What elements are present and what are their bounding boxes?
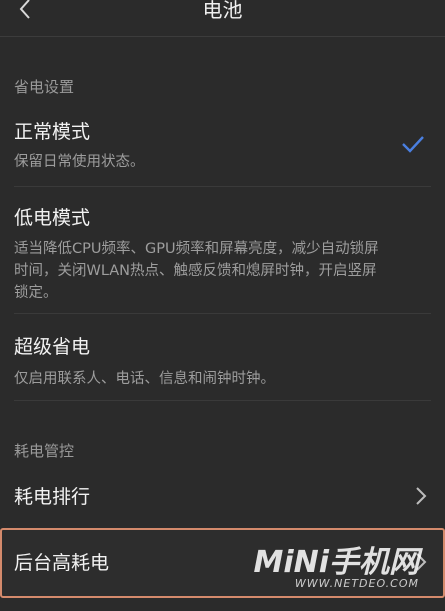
row-power-ranking-title: 耗电排行	[14, 486, 91, 508]
section-label-power-saving: 省电设置	[14, 78, 75, 96]
section-label-consumption: 耗电管控	[14, 442, 75, 460]
option-super-saving-desc: 仅启用联系人、电话、信息和闹钟时钟。	[14, 371, 275, 387]
chevron-right-icon	[415, 486, 427, 506]
top-bar: 电池	[0, 0, 445, 37]
divider	[14, 313, 431, 314]
option-low-power-mode-title: 低电模式	[14, 207, 91, 229]
divider	[14, 186, 431, 187]
option-low-power-mode-desc: 适当降低CPU频率、GPU频率和屏幕亮度，减少自动锁屏时间，关闭WLAN热点、触…	[14, 241, 379, 301]
option-normal-mode-desc: 保留日常使用状态。	[14, 154, 145, 170]
watermark-logo: MiNi手机网 WWW.NETDEO.COM	[253, 537, 419, 590]
divider	[14, 400, 431, 401]
row-background-high-consumption-title: 后台高耗电	[14, 552, 110, 574]
option-super-saving-title: 超级省电	[14, 336, 91, 358]
page-title: 电池	[202, 0, 243, 22]
option-normal-mode-title: 正常模式	[14, 121, 91, 143]
watermark-brand: MiNi手机网	[253, 545, 419, 580]
checkmark-icon	[401, 134, 425, 154]
